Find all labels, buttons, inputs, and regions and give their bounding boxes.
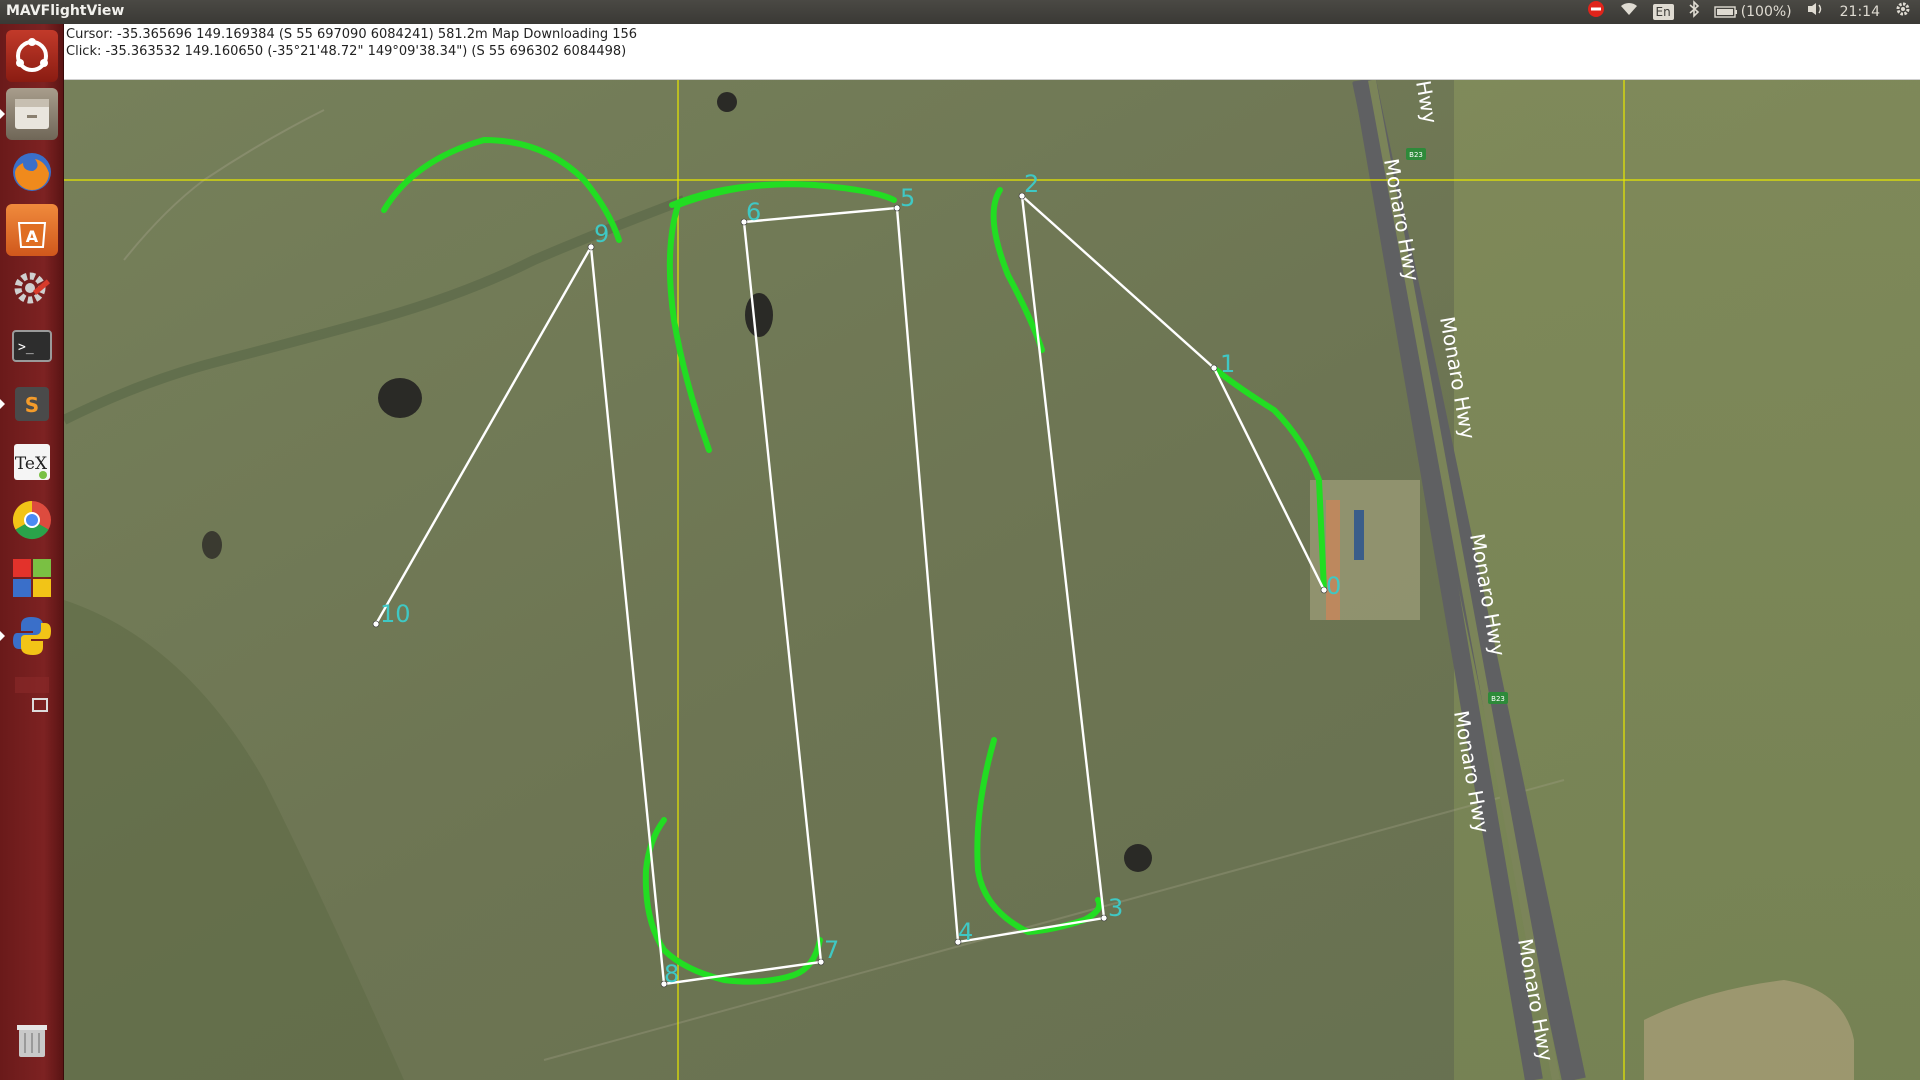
files-icon xyxy=(15,99,49,129)
system-settings-button[interactable] xyxy=(6,262,58,314)
no-entry-icon[interactable] xyxy=(1587,0,1605,24)
window-icon xyxy=(15,677,49,712)
terminal-icon: >_ xyxy=(12,330,52,362)
click-readout: Click: -35.363532 149.160650 (-35°21'48.… xyxy=(66,44,627,59)
waypoint-marker-10[interactable] xyxy=(372,620,380,628)
python-button[interactable] xyxy=(0,610,58,662)
route-shield-1-label: B23 xyxy=(1409,151,1423,159)
files-button[interactable] xyxy=(0,88,58,140)
top-panel: MAVFlightView En (100%) 21:14 xyxy=(0,0,1920,24)
waypoint-label-0: 0 xyxy=(1326,572,1341,600)
sublime-text-button[interactable]: S xyxy=(0,378,58,430)
dam-1 xyxy=(378,378,422,418)
waypoint-label-8: 8 xyxy=(664,960,679,988)
waypoint-label-2: 2 xyxy=(1024,170,1039,198)
dam-4 xyxy=(717,92,737,112)
window-button[interactable] xyxy=(6,668,58,720)
texmaker-icon: TeX xyxy=(14,444,50,480)
runway-strip xyxy=(1326,500,1340,620)
waypoint-marker-3[interactable] xyxy=(1100,914,1108,922)
route-shield-2-label: B23 xyxy=(1491,695,1505,703)
waypoint-label-5: 5 xyxy=(900,184,915,212)
system-settings-icon xyxy=(14,272,51,304)
clock[interactable]: 21:14 xyxy=(1840,2,1880,22)
workspace-switcher-button[interactable] xyxy=(6,552,58,604)
ubuntu-dash-button[interactable] xyxy=(6,30,58,82)
workspace-switcher-icon xyxy=(13,559,51,597)
firefox-icon xyxy=(13,153,51,191)
svg-text:S: S xyxy=(25,393,39,417)
svg-text:TeX: TeX xyxy=(15,454,48,474)
ubuntu-dash-icon xyxy=(16,38,48,72)
python-icon xyxy=(13,617,51,655)
waypoint-marker-1[interactable] xyxy=(1210,364,1218,372)
launcher: A >_ S TeX xyxy=(0,24,64,1080)
sublime-text-icon: S xyxy=(15,387,49,421)
battery-percent: (100%) xyxy=(1740,4,1792,20)
dam-5 xyxy=(1124,844,1152,872)
route-shield-2: B23 xyxy=(1488,692,1508,704)
cursor-readout: Cursor: -35.365696 149.169384 (S 55 6970… xyxy=(66,27,638,42)
route-shield-1: B23 xyxy=(1406,148,1426,160)
status-panel: Cursor: -35.365696 149.169384 (S 55 6970… xyxy=(64,24,1920,80)
building xyxy=(1354,510,1364,560)
field-east xyxy=(1454,80,1920,1080)
svg-text:A: A xyxy=(26,227,39,246)
chrome-icon xyxy=(12,500,51,540)
texmaker-button[interactable]: TeX xyxy=(6,436,58,488)
dam-3 xyxy=(202,531,222,559)
keyboard-indicator[interactable]: En xyxy=(1652,4,1674,20)
trash-button[interactable] xyxy=(6,1014,58,1066)
waypoint-label-7: 7 xyxy=(824,936,839,964)
battery-icon xyxy=(1713,6,1737,18)
waypoint-label-10: 10 xyxy=(380,600,411,628)
firefox-button[interactable] xyxy=(6,146,58,198)
wifi-icon[interactable] xyxy=(1619,1,1639,23)
bluetooth-icon[interactable] xyxy=(1688,0,1700,24)
software-center-button[interactable]: A xyxy=(6,204,58,256)
battery-indicator[interactable]: (100%) xyxy=(1713,2,1792,22)
waypoint-label-6: 6 xyxy=(746,198,761,226)
map-view[interactable]: Monaro Hwy Monaro Hwy Monaro Hwy Monaro … xyxy=(64,80,1920,1080)
gear-icon[interactable] xyxy=(1894,0,1912,24)
window-title: MAVFlightView xyxy=(6,3,125,19)
svg-text:>_: >_ xyxy=(18,340,34,355)
trash-icon xyxy=(17,1025,47,1057)
waypoint-label-9: 9 xyxy=(594,220,609,248)
terminal-button[interactable]: >_ xyxy=(6,320,58,372)
waypoint-label-4: 4 xyxy=(958,918,973,946)
chrome-button[interactable] xyxy=(6,494,58,546)
indicator-area: En (100%) 21:14 xyxy=(1587,0,1913,24)
waypoint-label-3: 3 xyxy=(1108,894,1123,922)
dam-2 xyxy=(745,293,773,337)
software-center-icon: A xyxy=(17,222,47,248)
waypoint-label-1: 1 xyxy=(1220,350,1235,378)
volume-icon[interactable] xyxy=(1806,1,1826,23)
